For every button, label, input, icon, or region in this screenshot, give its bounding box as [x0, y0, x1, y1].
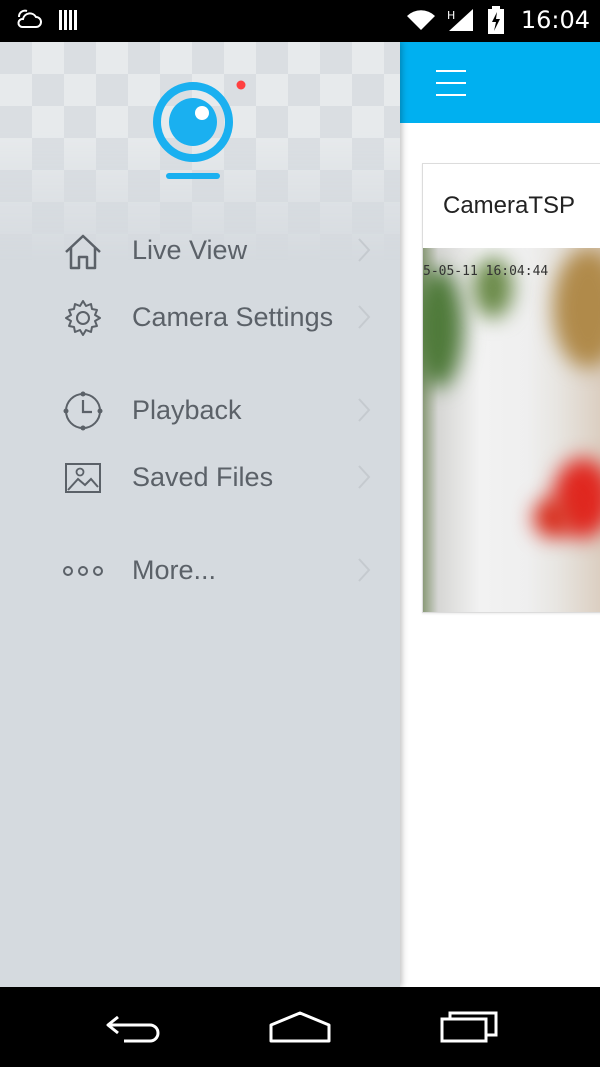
status-bar: H 16:04	[0, 0, 600, 42]
menu-item-label: More...	[132, 555, 217, 585]
app-bar	[400, 42, 600, 123]
menu-item-more[interactable]: More...	[0, 542, 400, 598]
chevron-right-icon	[358, 238, 371, 262]
battery-charging-icon	[487, 6, 504, 34]
camera-logo-icon	[153, 80, 246, 179]
system-nav-bar	[0, 987, 600, 1067]
svg-text:H: H	[447, 9, 455, 22]
camera-preview[interactable]: 5-05-11 16:04:44	[423, 248, 600, 612]
chevron-right-icon	[358, 398, 371, 422]
barcode-icon	[59, 10, 77, 30]
camera-name: CameraTSP	[443, 192, 576, 219]
clock-time: 16:04	[520, 6, 590, 34]
signal-icon: H	[447, 9, 473, 31]
chevron-right-icon	[358, 305, 371, 329]
menu-item-saved-files[interactable]: Saved Files	[0, 449, 400, 505]
image-icon	[65, 463, 101, 493]
gear-icon	[65, 300, 101, 336]
chevron-right-icon	[358, 465, 371, 489]
hamburger-icon[interactable]	[436, 70, 466, 96]
wifi-icon	[406, 10, 435, 30]
clock-icon	[63, 391, 103, 431]
menu-item-label: Live View	[132, 235, 248, 265]
menu-item-live-view[interactable]: Live View	[0, 222, 400, 278]
back-icon[interactable]	[98, 1007, 168, 1047]
recents-icon[interactable]	[434, 1007, 504, 1047]
camera-card[interactable]: CameraTSP 5-05-11 16:04:44	[422, 163, 600, 613]
menu-item-label: Camera Settings	[132, 302, 334, 332]
menu-item-camera-settings[interactable]: Camera Settings	[0, 289, 400, 345]
menu-item-label: Saved Files	[132, 462, 274, 492]
more-dots-icon	[63, 566, 103, 576]
menu-item-playback[interactable]: Playback	[0, 382, 400, 438]
navigation-drawer: Live View Camera Settings Playback Saved…	[0, 42, 400, 987]
menu-item-label: Playback	[132, 395, 242, 425]
home-icon	[65, 234, 101, 270]
camera-timestamp: 5-05-11 16:04:44	[423, 264, 549, 279]
home-icon[interactable]	[265, 1007, 335, 1047]
chevron-right-icon	[358, 558, 371, 582]
weather-cloud-icon	[17, 9, 42, 28]
